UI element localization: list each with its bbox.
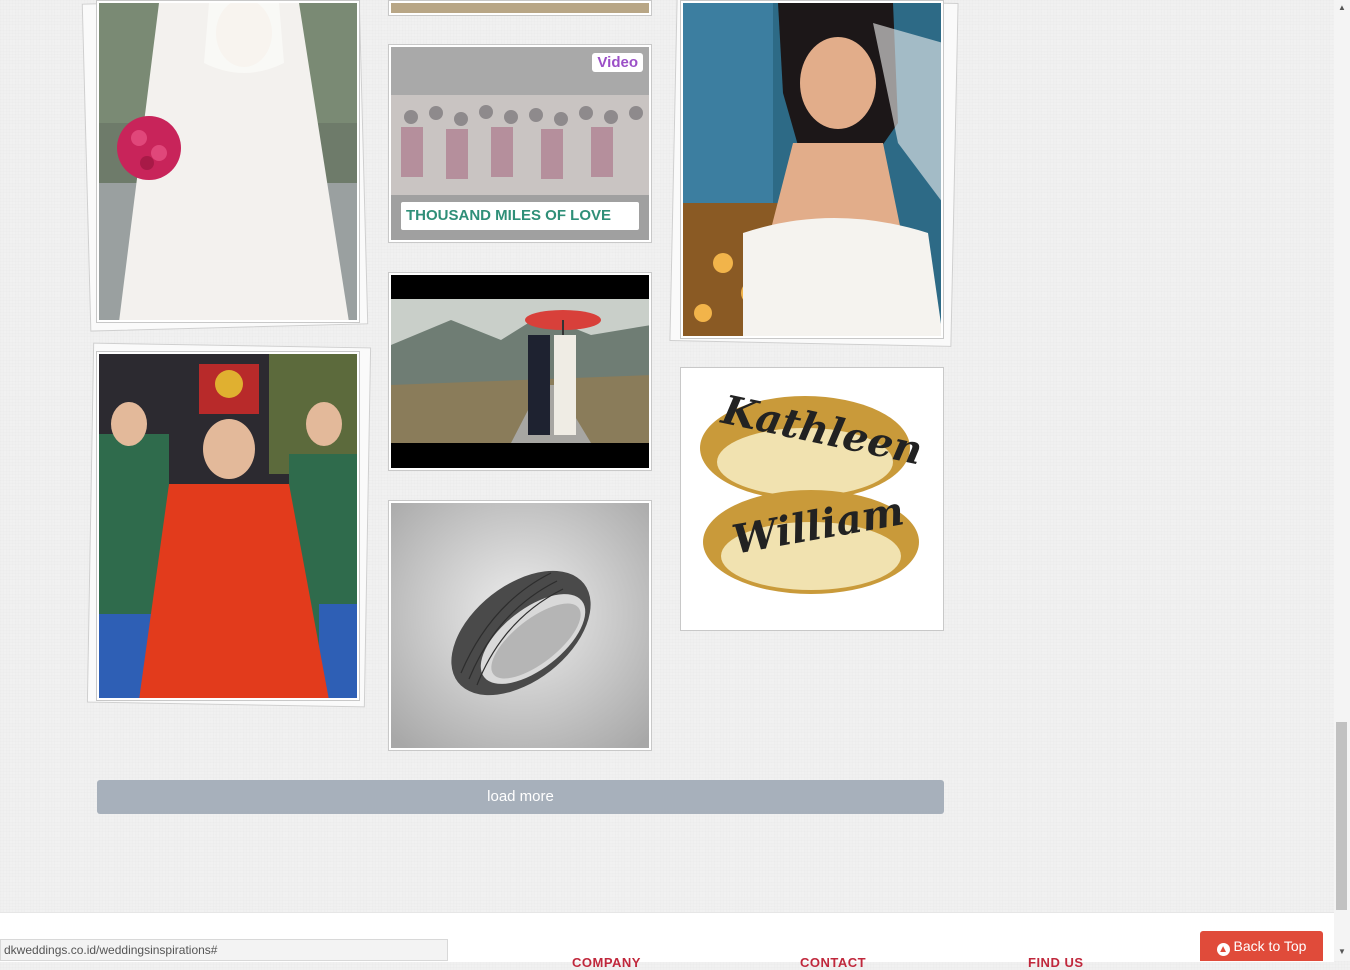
video-badge: Video bbox=[592, 53, 643, 72]
gallery-item-korean-wedding[interactable] bbox=[96, 351, 360, 701]
video-thumbnail: Video THOUSAND MILES OF LOVE bbox=[391, 47, 649, 240]
arrow-up-circle-icon: ▲ bbox=[1216, 943, 1230, 956]
footer-company-heading: COMPANY bbox=[572, 955, 641, 970]
partial-photo bbox=[391, 3, 649, 13]
gallery-item-umbrella-couple[interactable] bbox=[388, 272, 652, 471]
gallery-item-partial-top[interactable] bbox=[388, 0, 652, 16]
gallery-item-fingerprint-ring[interactable] bbox=[388, 500, 652, 751]
status-bar-url: dkweddings.co.id/weddingsinspirations# bbox=[0, 939, 448, 961]
footer-contact-heading: CONTACT bbox=[800, 955, 867, 970]
umbrella-couple-photo bbox=[391, 275, 649, 468]
gallery-item-bride-portrait[interactable] bbox=[680, 0, 944, 339]
back-to-top-button[interactable]: ▲ Back to Top bbox=[1200, 931, 1323, 961]
engraved-rings-photo: Kathleen William bbox=[683, 370, 941, 628]
gallery-item-hijab-bride[interactable] bbox=[96, 0, 360, 323]
hijab-bride-photo bbox=[99, 3, 357, 320]
gallery-item-engraved-rings[interactable]: Kathleen William bbox=[680, 367, 944, 631]
back-to-top-label: Back to Top bbox=[1233, 938, 1307, 954]
gallery-item-video[interactable]: Video THOUSAND MILES OF LOVE bbox=[388, 44, 652, 243]
fingerprint-ring-photo bbox=[391, 503, 649, 748]
footer-find-us-heading: FIND US bbox=[1028, 955, 1084, 970]
scroll-down-arrow-icon[interactable]: ▼ bbox=[1338, 947, 1346, 956]
bride-portrait-photo bbox=[683, 3, 941, 336]
scrollbar-thumb[interactable] bbox=[1336, 722, 1347, 910]
scroll-up-arrow-icon[interactable]: ▲ bbox=[1338, 3, 1346, 12]
korean-wedding-photo bbox=[99, 354, 357, 698]
load-more-button[interactable]: load more bbox=[97, 780, 944, 814]
video-title[interactable]: THOUSAND MILES OF LOVE bbox=[401, 202, 639, 230]
page-scrollbar[interactable]: ▲ ▼ bbox=[1334, 0, 1350, 961]
